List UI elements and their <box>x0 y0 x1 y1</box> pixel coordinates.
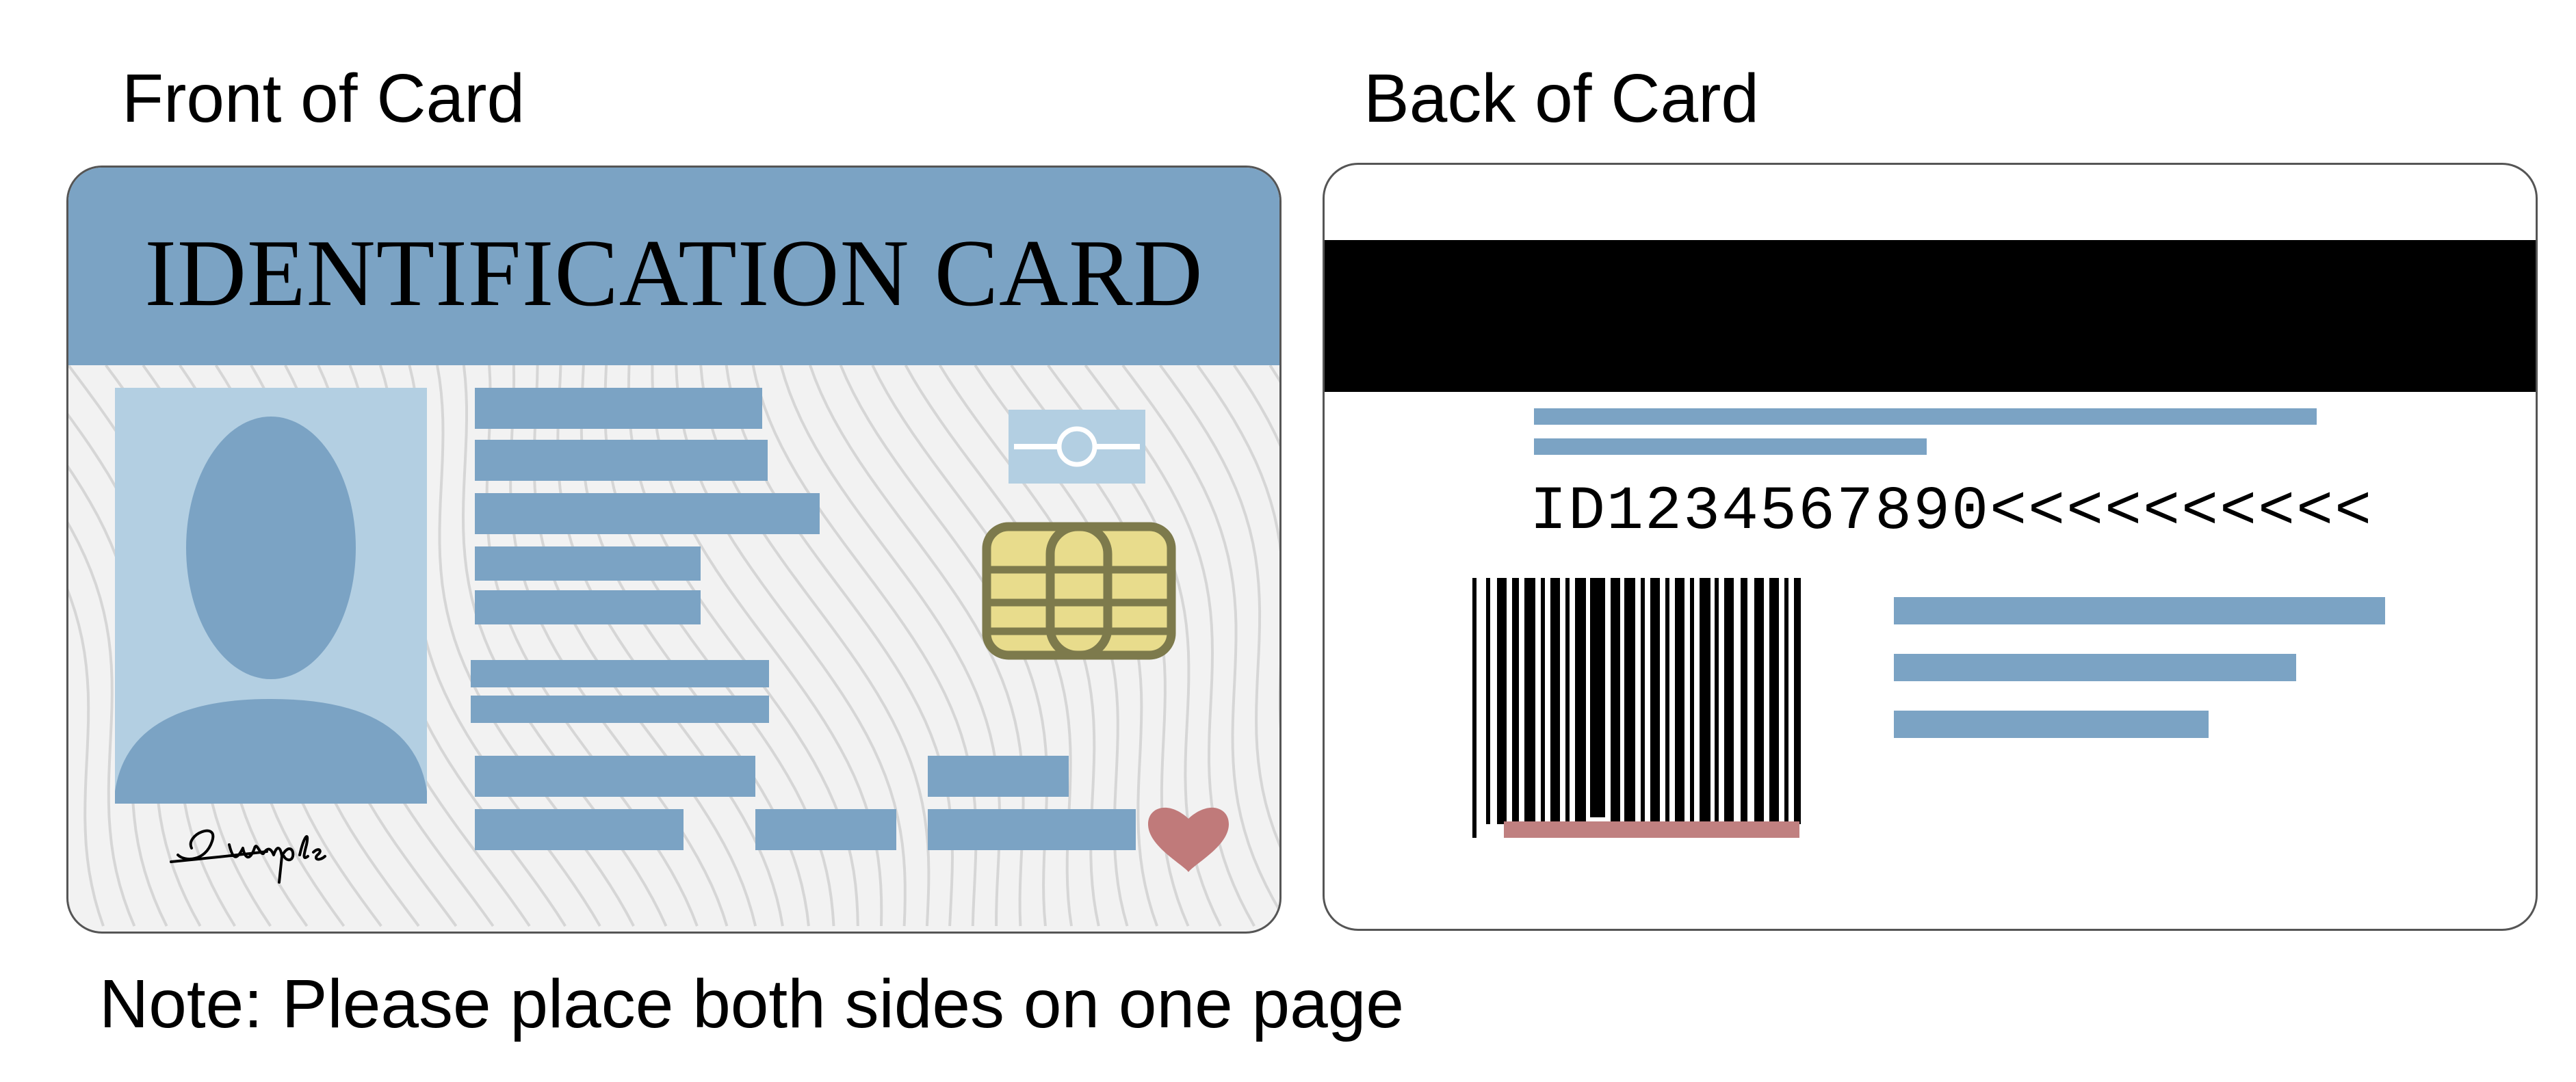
info-bar <box>475 809 684 850</box>
info-bar <box>475 493 820 534</box>
info-bar <box>471 696 769 723</box>
info-bar <box>755 809 896 850</box>
info-bar <box>475 756 755 797</box>
mrz-line: ID1234567890<<<<<<<<<< <box>1530 477 2373 547</box>
info-bar <box>928 809 1136 850</box>
note-text: Note: Please place both sides on one pag… <box>99 966 1404 1042</box>
barcode-bar <box>1665 578 1669 824</box>
info-bar <box>928 756 1069 797</box>
barcode-bar <box>1675 578 1684 824</box>
barcode-bar <box>1611 578 1620 824</box>
barcode-bar <box>1769 578 1779 824</box>
barcode-bar <box>1724 578 1734 824</box>
chip-icon <box>982 522 1176 660</box>
barcode-bar <box>1565 578 1570 824</box>
magnetic-stripe <box>1325 240 2536 392</box>
signature-image <box>170 829 326 884</box>
barcode-bar <box>1550 578 1560 824</box>
barcode-bar <box>1497 578 1507 824</box>
info-bar <box>1894 711 2209 738</box>
back-card: ID1234567890<<<<<<<<<< <box>1323 163 2538 931</box>
barcode-bar <box>1754 578 1764 824</box>
barcode-bar <box>1624 578 1635 824</box>
barcode-bar <box>1690 578 1694 824</box>
barcode-bar <box>1794 578 1801 824</box>
barcode-bar <box>1641 578 1645 824</box>
info-bar <box>471 660 769 687</box>
barcode-bar <box>1700 578 1710 824</box>
info-bar <box>1894 597 2385 624</box>
barcode-bar <box>1784 578 1788 824</box>
heart-icon <box>1148 807 1229 872</box>
barcode-bar <box>1524 578 1535 824</box>
info-bar <box>1894 654 2296 681</box>
photo-frame <box>115 388 427 804</box>
info-bar <box>475 546 701 581</box>
portrait-silhouette-icon <box>115 417 427 804</box>
info-bar <box>475 590 701 624</box>
front-card: IDENTIFICATION CARD <box>66 166 1282 934</box>
card-title: IDENTIFICATION CARD <box>144 220 1204 326</box>
info-bar <box>1534 438 1927 455</box>
hologram-icon <box>1009 410 1145 484</box>
barcode-bar <box>1650 578 1660 824</box>
barcode-bar <box>1486 578 1490 824</box>
barcode-bar <box>1590 578 1605 817</box>
barcode-bar <box>1575 578 1586 824</box>
barcode-bar <box>1541 578 1545 824</box>
barcode-bar <box>1512 578 1519 824</box>
barcode-bar <box>1715 578 1719 824</box>
info-bar <box>475 388 762 429</box>
info-bar <box>1534 408 2317 425</box>
back-heading: Back of Card <box>1364 60 1760 137</box>
barcode-icon <box>1472 578 1801 838</box>
barcode-bar <box>1741 578 1747 824</box>
card-banner: IDENTIFICATION CARD <box>68 168 1279 365</box>
front-heading: Front of Card <box>122 60 525 137</box>
info-bar <box>475 440 768 481</box>
barcode-bar <box>1472 578 1476 838</box>
